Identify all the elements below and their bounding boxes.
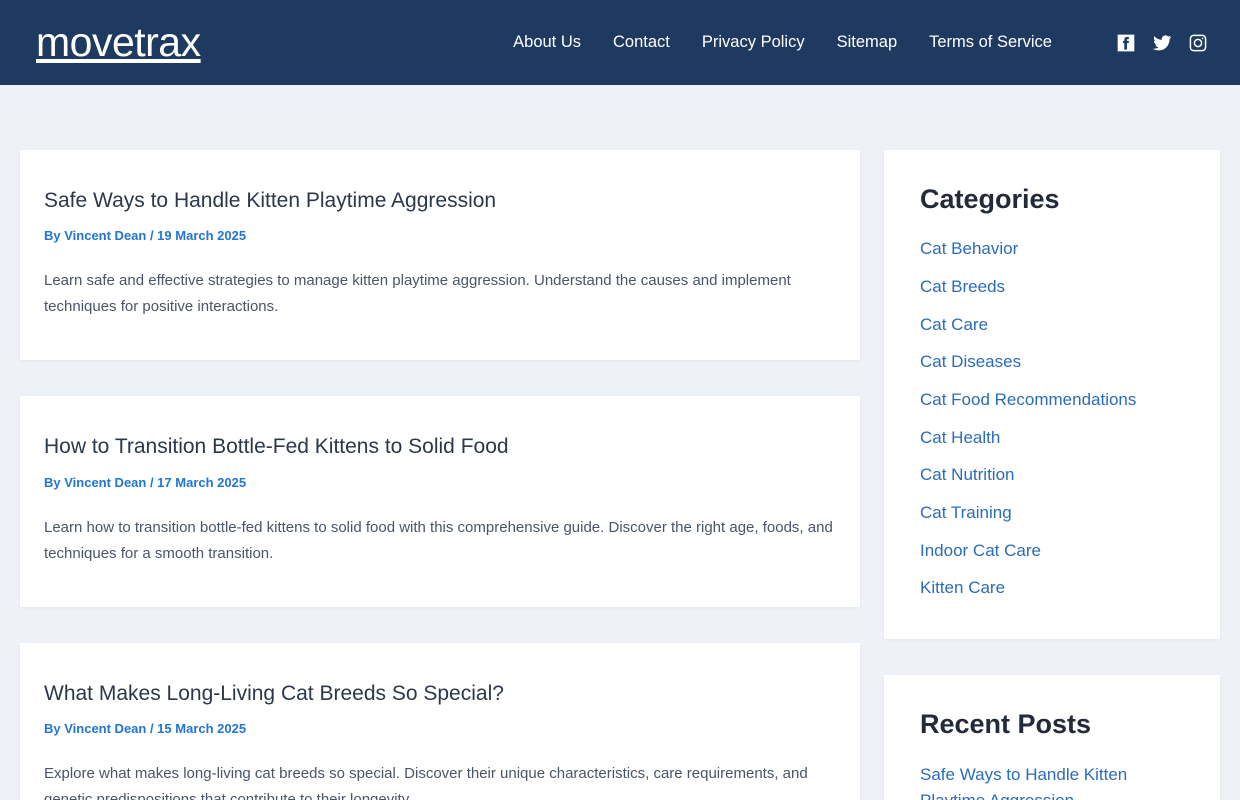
nav-item-terms-of-service[interactable]: Terms of Service: [929, 34, 1052, 51]
sidebar: Categories Cat Behavior Cat Breeds Cat C…: [884, 150, 1220, 800]
categories-widget: Categories Cat Behavior Cat Breeds Cat C…: [884, 150, 1220, 639]
category-link-cat-diseases[interactable]: Cat Diseases: [920, 350, 1021, 375]
article-title[interactable]: Safe Ways to Handle Kitten Playtime Aggr…: [44, 187, 836, 214]
site-header: movetrax About Us Contact Privacy Policy…: [0, 0, 1240, 85]
article-excerpt: Learn safe and effective strategies to m…: [44, 272, 791, 316]
site-logo[interactable]: movetrax: [36, 22, 201, 63]
nav-item-privacy-policy[interactable]: Privacy Policy: [702, 34, 805, 51]
article-byline: By Vincent Dean / 15 March 2025: [44, 721, 247, 737]
list-item: Cat Behavior: [920, 237, 1184, 262]
list-item: Cat Nutrition: [920, 463, 1184, 488]
recent-posts-list: Safe Ways to Handle Kitten Playtime Aggr…: [920, 762, 1184, 800]
facebook-icon[interactable]: [1116, 33, 1136, 53]
category-link-kitten-care[interactable]: Kitten Care: [920, 576, 1005, 601]
article-card[interactable]: Safe Ways to Handle Kitten Playtime Aggr…: [20, 150, 860, 361]
article-excerpt: Explore what makes long-living cat breed…: [44, 765, 808, 800]
nav-item-about-us[interactable]: About Us: [513, 34, 581, 51]
category-link-indoor-cat-care[interactable]: Indoor Cat Care: [920, 539, 1041, 564]
recent-posts-widget: Recent Posts Safe Ways to Handle Kitten …: [884, 674, 1220, 800]
list-item: Safe Ways to Handle Kitten Playtime Aggr…: [920, 762, 1184, 800]
list-item: Cat Training: [920, 501, 1184, 526]
page-body: Safe Ways to Handle Kitten Playtime Aggr…: [0, 85, 1240, 800]
list-item: Cat Breeds: [920, 275, 1184, 300]
category-link-cat-behavior[interactable]: Cat Behavior: [920, 237, 1018, 262]
nav-item-sitemap[interactable]: Sitemap: [837, 34, 898, 51]
article-byline: By Vincent Dean / 17 March 2025: [44, 474, 247, 490]
nav-item-contact[interactable]: Contact: [613, 34, 670, 51]
category-link-cat-training[interactable]: Cat Training: [920, 501, 1012, 526]
social-links: [1116, 33, 1208, 53]
instagram-icon[interactable]: [1188, 33, 1208, 53]
category-link-cat-breeds[interactable]: Cat Breeds: [920, 275, 1005, 300]
list-item: Cat Care: [920, 313, 1184, 338]
list-item: Cat Food Recommendations: [920, 388, 1184, 413]
category-link-cat-food-recommendations[interactable]: Cat Food Recommendations: [920, 388, 1136, 413]
article-list: Safe Ways to Handle Kitten Playtime Aggr…: [20, 150, 860, 800]
article-card[interactable]: How to Transition Bottle-Fed Kittens to …: [20, 396, 860, 607]
article-excerpt: Learn how to transition bottle-fed kitte…: [44, 518, 833, 562]
main-navigation: About Us Contact Privacy Policy Sitemap …: [513, 33, 1208, 53]
list-item: Indoor Cat Care: [920, 539, 1184, 564]
list-item: Cat Diseases: [920, 350, 1184, 375]
categories-list: Cat Behavior Cat Breeds Cat Care Cat Dis…: [920, 237, 1184, 600]
category-link-cat-care[interactable]: Cat Care: [920, 313, 988, 338]
article-card[interactable]: What Makes Long-Living Cat Breeds So Spe…: [20, 642, 860, 800]
article-title[interactable]: What Makes Long-Living Cat Breeds So Spe…: [44, 680, 836, 707]
categories-title: Categories: [920, 184, 1060, 214]
category-link-cat-health[interactable]: Cat Health: [920, 426, 1000, 451]
recent-posts-title: Recent Posts: [920, 708, 1092, 739]
recent-post-link[interactable]: Safe Ways to Handle Kitten Playtime Aggr…: [920, 762, 1184, 800]
list-item: Kitten Care: [920, 576, 1184, 601]
list-item: Cat Health: [920, 426, 1184, 451]
category-link-cat-nutrition[interactable]: Cat Nutrition: [920, 463, 1014, 488]
article-title[interactable]: How to Transition Bottle-Fed Kittens to …: [44, 433, 836, 460]
article-byline: By Vincent Dean / 19 March 2025: [44, 228, 247, 244]
twitter-icon[interactable]: [1152, 33, 1172, 53]
